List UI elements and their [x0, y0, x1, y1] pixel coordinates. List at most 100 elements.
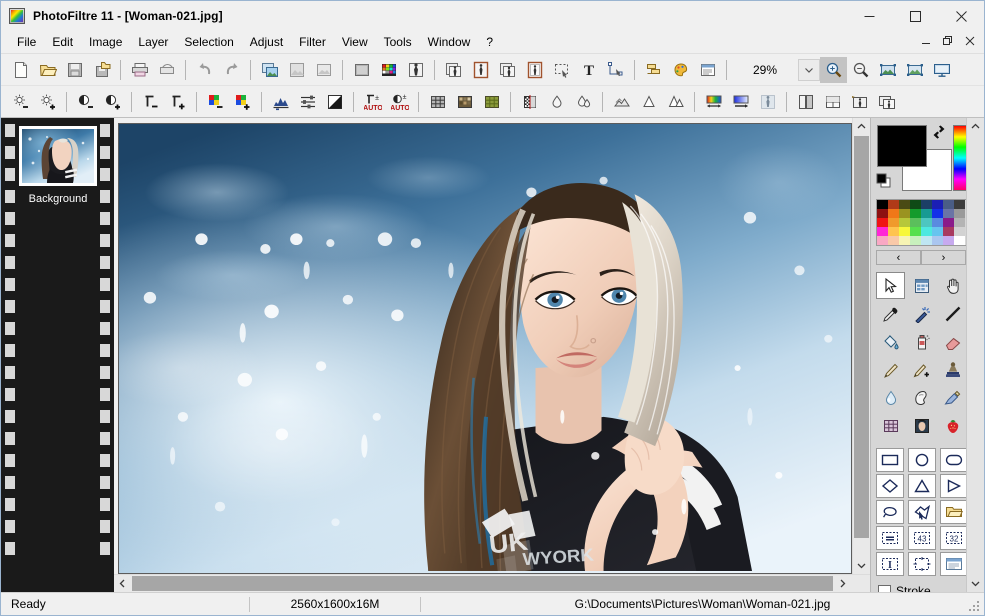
- export-image-icon[interactable]: [494, 57, 521, 83]
- palette-swatch[interactable]: [899, 218, 910, 227]
- palette-swatch[interactable]: [943, 236, 954, 245]
- menu-image[interactable]: Image: [81, 32, 130, 52]
- grid-icon[interactable]: [424, 89, 451, 115]
- palette-swatch[interactable]: [943, 209, 954, 218]
- brush-stroke-icon[interactable]: [938, 384, 967, 411]
- color-palette-icon[interactable]: [375, 57, 402, 83]
- palette-swatch[interactable]: [910, 218, 921, 227]
- palette-swatch[interactable]: [932, 218, 943, 227]
- zoom-in-icon[interactable]: [820, 56, 847, 83]
- palette-swatch[interactable]: [899, 200, 910, 209]
- color-palette-grid[interactable]: [876, 199, 968, 246]
- save-as-icon[interactable]: [88, 57, 115, 83]
- palette-swatch[interactable]: [888, 209, 899, 218]
- paste-image-icon[interactable]: [283, 57, 310, 83]
- paintbrush-icon[interactable]: [876, 356, 905, 383]
- palette-swatch[interactable]: [954, 209, 965, 218]
- hue-spectrum-strip[interactable]: [953, 125, 967, 191]
- fit-image-icon[interactable]: [874, 57, 901, 83]
- pattern-icon[interactable]: [478, 89, 505, 115]
- menu-adjust[interactable]: Adjust: [242, 32, 291, 52]
- mdi-minimize-button[interactable]: [916, 32, 936, 50]
- image-frame-icon[interactable]: [521, 57, 548, 83]
- undo-icon[interactable]: [191, 57, 218, 83]
- selection-43-icon[interactable]: 43: [908, 526, 936, 550]
- canvas-horizontal-scrollbar[interactable]: [114, 574, 870, 592]
- palette-swatch[interactable]: [899, 227, 910, 236]
- split-view-icon[interactable]: [792, 89, 819, 115]
- levels-icon[interactable]: [294, 89, 321, 115]
- smudge-finger-icon[interactable]: [907, 384, 936, 411]
- fullscreen-icon[interactable]: [928, 57, 955, 83]
- blur-more-icon[interactable]: [570, 89, 597, 115]
- page-setup-icon[interactable]: [153, 57, 180, 83]
- contrast-up-icon[interactable]: [99, 89, 126, 115]
- palette-swatch[interactable]: [899, 236, 910, 245]
- mdi-restore-button[interactable]: [938, 32, 958, 50]
- selection-options-icon[interactable]: [940, 552, 968, 576]
- mesh-grid-icon[interactable]: [876, 412, 905, 439]
- palette-swatch[interactable]: [954, 227, 965, 236]
- spectrum-gradient-icon[interactable]: [700, 89, 727, 115]
- scroll-thumb-vertical[interactable]: [854, 136, 869, 538]
- zoom-level-value[interactable]: 29%: [734, 59, 796, 80]
- new-document-icon[interactable]: [7, 57, 34, 83]
- palette-swatch[interactable]: [910, 227, 921, 236]
- rectangle-icon[interactable]: [876, 448, 904, 472]
- menu-selection[interactable]: Selection: [176, 32, 241, 52]
- palette-swatch[interactable]: [910, 200, 921, 209]
- palette-swatch[interactable]: [943, 227, 954, 236]
- lasso-icon[interactable]: [876, 500, 904, 524]
- selection-free-icon[interactable]: [908, 552, 936, 576]
- selection-icon[interactable]: [548, 57, 575, 83]
- brightness-down-icon[interactable]: [7, 89, 34, 115]
- menu-tools[interactable]: Tools: [376, 32, 420, 52]
- list-item[interactable]: Background: [19, 126, 97, 205]
- palette-swatch[interactable]: [910, 236, 921, 245]
- scroll-thumb-horizontal[interactable]: [132, 576, 833, 591]
- palette-swatch[interactable]: [877, 227, 888, 236]
- batch-effect-icon[interactable]: [873, 89, 900, 115]
- frame-image-icon[interactable]: [467, 57, 494, 83]
- paintbrush-plus-icon[interactable]: [907, 356, 936, 383]
- vector-select-icon[interactable]: [602, 57, 629, 83]
- palette-swatch[interactable]: [921, 209, 932, 218]
- selection-vertical-icon[interactable]: I: [876, 552, 904, 576]
- palette-swatch[interactable]: [954, 236, 965, 245]
- layer-thumbnail[interactable]: [19, 126, 97, 186]
- ellipse-icon[interactable]: [908, 448, 936, 472]
- batch-icon[interactable]: [440, 57, 467, 83]
- palette-swatch[interactable]: [888, 218, 899, 227]
- gradient-square-icon[interactable]: [348, 57, 375, 83]
- palette-next-button[interactable]: ›: [921, 250, 966, 265]
- palette-prev-button[interactable]: ‹: [876, 250, 921, 265]
- eraser-icon[interactable]: [938, 328, 967, 355]
- minimize-button[interactable]: [846, 1, 892, 31]
- strawberry-icon[interactable]: [938, 412, 967, 439]
- open-folder-icon[interactable]: [34, 57, 61, 83]
- linear-gradient-icon[interactable]: [727, 89, 754, 115]
- palette-swatch[interactable]: [932, 236, 943, 245]
- line-icon[interactable]: [938, 300, 967, 327]
- open-shape-folder-icon[interactable]: [940, 500, 968, 524]
- menu-layer[interactable]: Layer: [130, 32, 176, 52]
- gamma-down-icon[interactable]: [137, 89, 164, 115]
- paste-as-image-icon[interactable]: [310, 57, 337, 83]
- palette-swatch[interactable]: [877, 200, 888, 209]
- texture-icon[interactable]: [754, 89, 781, 115]
- water-drop-icon[interactable]: [876, 384, 905, 411]
- palette-swatch[interactable]: [932, 227, 943, 236]
- reset-colors-icon[interactable]: [876, 173, 892, 189]
- scroll-down-arrow-icon[interactable]: [853, 557, 870, 574]
- maximize-button[interactable]: [892, 1, 938, 31]
- spray-can-icon[interactable]: [907, 328, 936, 355]
- diamond-icon[interactable]: [876, 474, 904, 498]
- magic-wand-icon[interactable]: [907, 300, 936, 327]
- palette-swatch[interactable]: [899, 209, 910, 218]
- palette-swatch[interactable]: [921, 227, 932, 236]
- menu-view[interactable]: View: [334, 32, 376, 52]
- scroll-up-arrow-icon[interactable]: [853, 118, 870, 135]
- palette-swatch[interactable]: [932, 209, 943, 218]
- hand-icon[interactable]: [938, 272, 967, 299]
- mosaic-icon[interactable]: [451, 89, 478, 115]
